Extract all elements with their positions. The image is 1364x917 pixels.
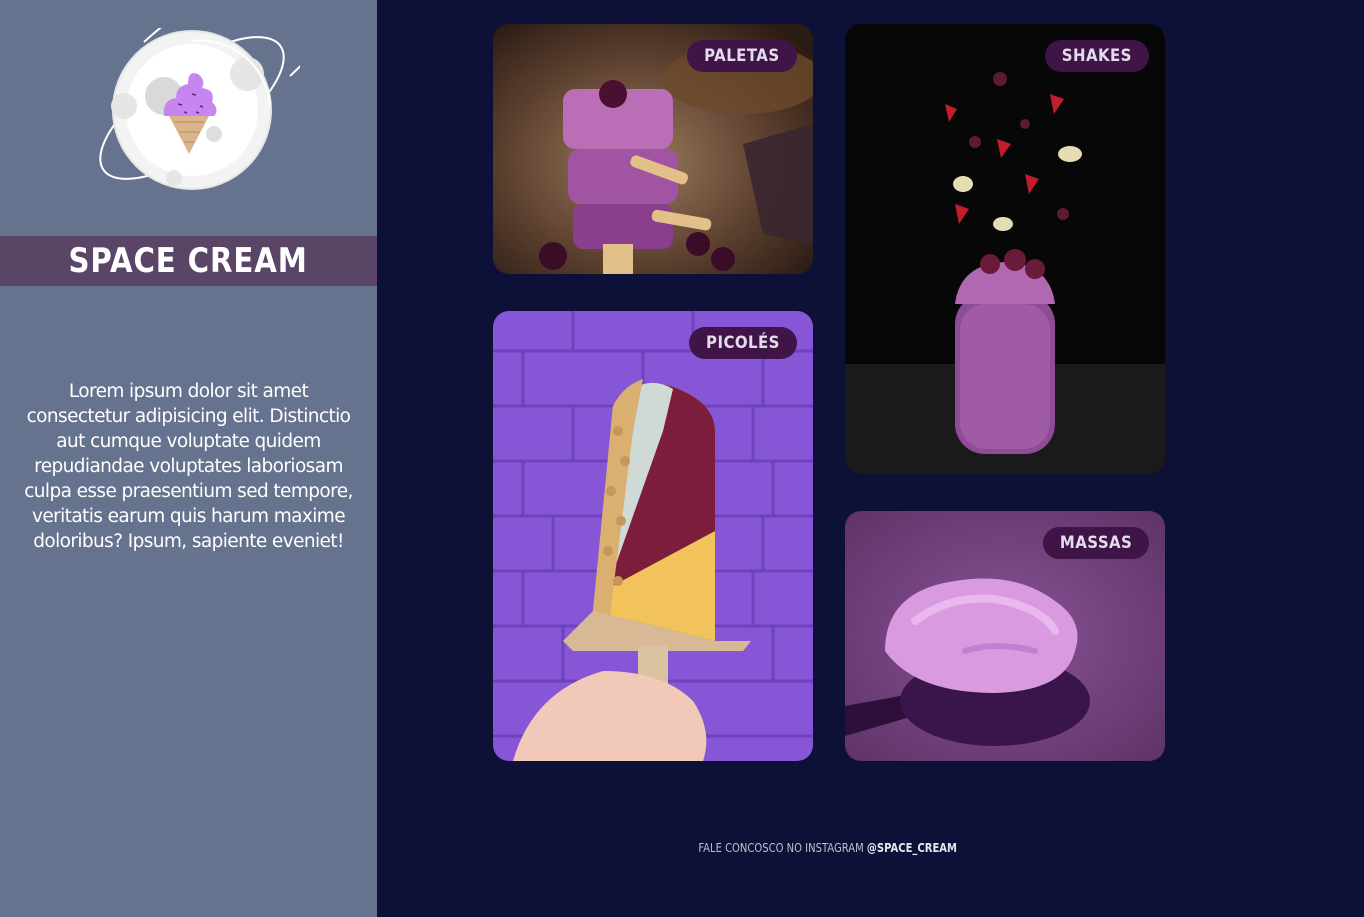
ice-pop-photo [493, 311, 813, 761]
badge-paletas: Paletas [687, 40, 797, 72]
badge-shakes: Shakes [1045, 40, 1149, 72]
badge-paletas-label: Paletas [704, 46, 780, 66]
badge-massas-label: Massas [1059, 533, 1133, 553]
footer: Fale concosco no instagram @space_cream [377, 840, 1279, 855]
badge-massas: Massas [1042, 527, 1149, 559]
badge-picoles: Picolés [689, 327, 797, 359]
brand-description: Lorem ipsum dolor sit amet consectetur a… [24, 380, 353, 552]
card-picoles[interactable]: Picolés [493, 311, 813, 761]
sidebar: Space Cream Lorem ipsum dolor sit amet c… [0, 0, 377, 917]
badge-picoles-label: Picolés [706, 333, 780, 353]
footer-text: Fale concosco no instagram [698, 840, 865, 855]
instagram-handle-link[interactable]: @space_cream [867, 840, 957, 855]
badge-shakes-label: Shakes [1062, 46, 1133, 66]
space-cream-logo [99, 28, 300, 190]
card-paletas[interactable]: Paletas [493, 24, 813, 274]
brand-bar: Space Cream [0, 236, 377, 286]
card-massas[interactable]: Massas [845, 511, 1165, 761]
milkshake-photo [845, 24, 1165, 474]
card-shakes[interactable]: Shakes [845, 24, 1165, 474]
brand-title: Space Cream [68, 241, 309, 281]
